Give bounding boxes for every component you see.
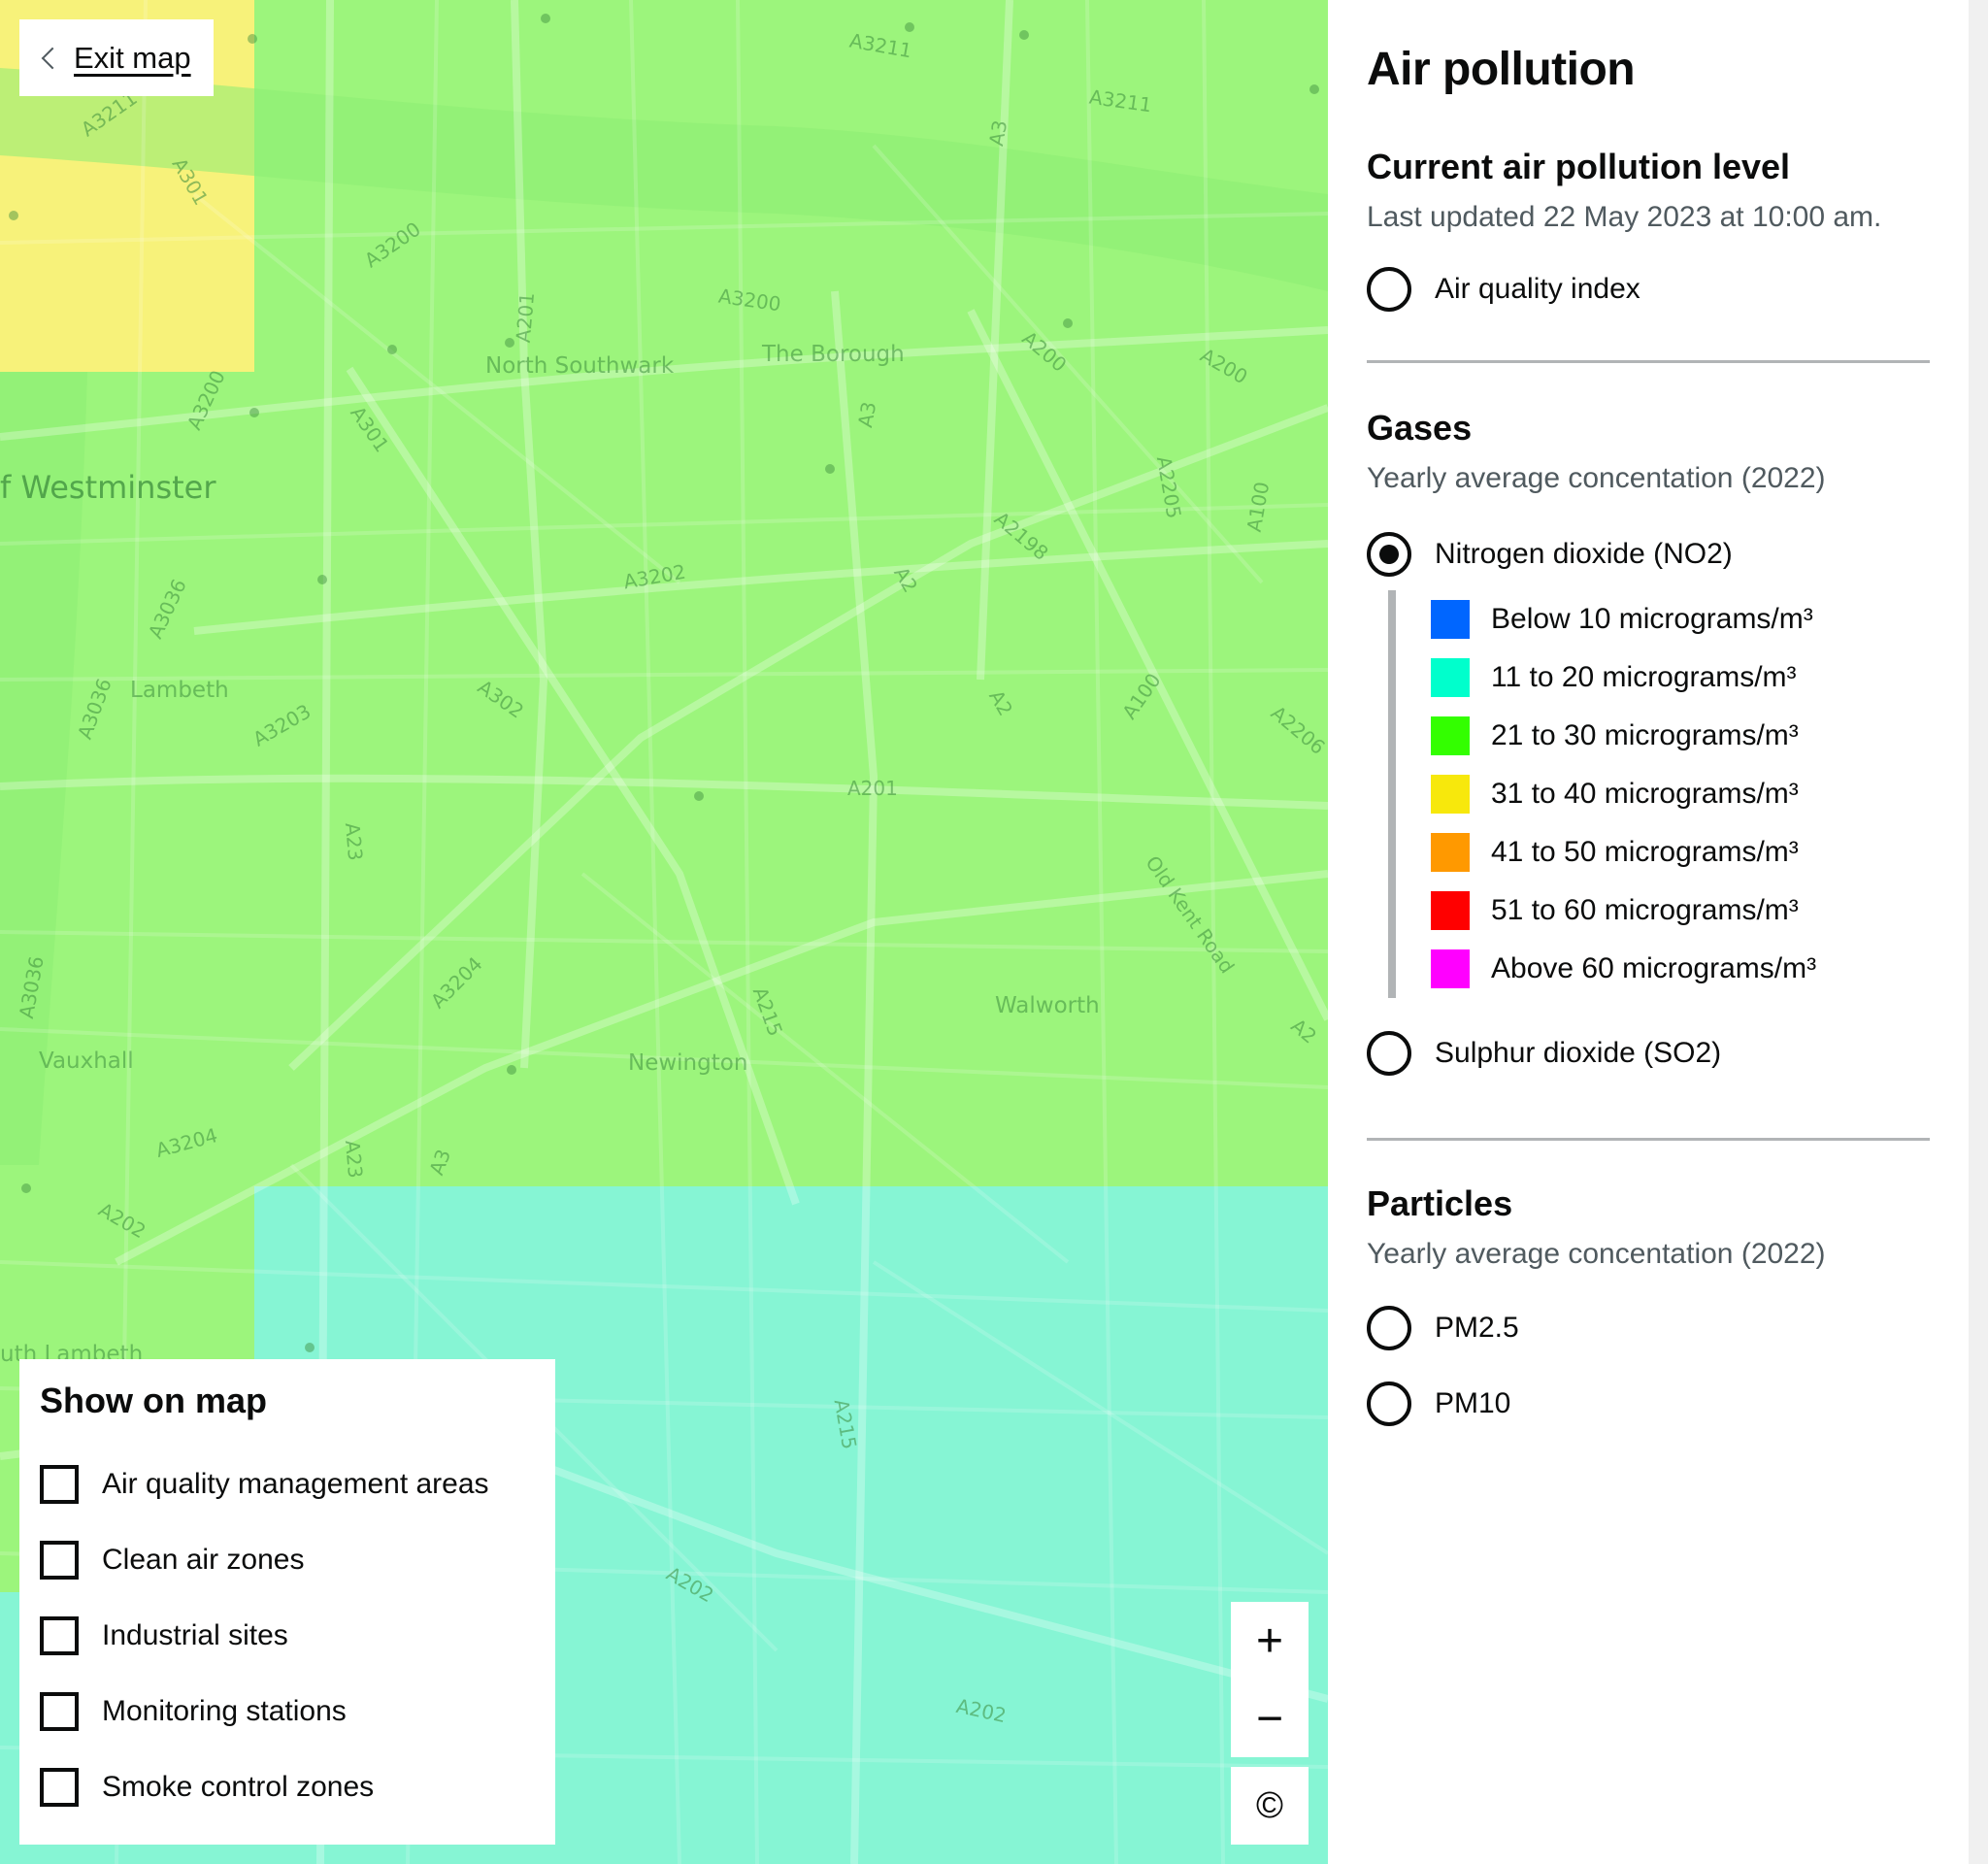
show-on-map-panel: Show on map Air quality management areas…: [19, 1359, 555, 1845]
legend-swatch: [1431, 716, 1470, 755]
map-label-newington: Newington: [628, 1050, 748, 1076]
road-label: A201: [511, 291, 540, 344]
legend-label: Above 60 micrograms/m³: [1491, 952, 1817, 984]
info-panel: Air pollution Current air pollution leve…: [1328, 0, 1969, 1864]
checkbox-icon[interactable]: [40, 1541, 79, 1580]
map-label-the-borough: The Borough: [762, 342, 905, 367]
zoom-controls: + −: [1231, 1602, 1309, 1757]
legend-item: 51 to 60 micrograms/m³: [1431, 882, 1930, 940]
legend-item: 11 to 20 micrograms/m³: [1431, 649, 1930, 707]
legend-label: 41 to 50 micrograms/m³: [1491, 836, 1799, 868]
road-label: A23: [340, 821, 368, 862]
particles-heading: Particles: [1367, 1183, 1513, 1223]
radio-icon-selected[interactable]: [1367, 532, 1411, 577]
map-label-lambeth: Lambeth: [130, 678, 229, 703]
legend-item: Below 10 micrograms/m³: [1431, 590, 1930, 649]
radio-nitrogen-dioxide[interactable]: Nitrogen dioxide (NO2): [1367, 532, 1930, 577]
divider: [1367, 1138, 1930, 1141]
legend-label: Below 10 micrograms/m³: [1491, 603, 1813, 635]
road-label: A3: [853, 399, 881, 430]
plus-icon: +: [1255, 1614, 1284, 1667]
checkbox-label: Industrial sites: [102, 1619, 288, 1651]
map-label-vauxhall: Vauxhall: [39, 1048, 134, 1074]
legend-swatch: [1431, 600, 1470, 639]
radio-icon[interactable]: [1367, 1306, 1411, 1350]
road-label: A201: [847, 777, 898, 800]
minus-icon: −: [1255, 1692, 1284, 1745]
checkbox-icon[interactable]: [40, 1692, 79, 1731]
checkbox-icon[interactable]: [40, 1768, 79, 1807]
checkbox-clean-air-zones[interactable]: Clean air zones: [40, 1522, 535, 1598]
road-label: A3: [984, 117, 1012, 149]
zoom-out-button[interactable]: −: [1231, 1680, 1309, 1757]
radio-label: PM2.5: [1435, 1312, 1519, 1344]
checkbox-label: Smoke control zones: [102, 1771, 375, 1803]
road-label: A23: [340, 1139, 368, 1180]
chevron-left-icon: [41, 47, 64, 69]
legend-item: 31 to 40 micrograms/m³: [1431, 765, 1930, 823]
show-on-map-title: Show on map: [40, 1381, 267, 1420]
radio-icon[interactable]: [1367, 267, 1411, 312]
legend-swatch: [1431, 775, 1470, 814]
legend-swatch: [1431, 891, 1470, 930]
radio-label: Air quality index: [1435, 273, 1640, 305]
legend-label: 31 to 40 micrograms/m³: [1491, 778, 1799, 810]
legend-swatch: [1431, 833, 1470, 872]
copyright-icon: ©: [1256, 1784, 1283, 1826]
no2-legend: Below 10 micrograms/m³ 11 to 20 microgra…: [1388, 590, 1930, 998]
radio-icon[interactable]: [1367, 1031, 1411, 1076]
checkbox-air-quality-management-areas[interactable]: Air quality management areas: [40, 1447, 535, 1522]
radio-pm10[interactable]: PM10: [1367, 1381, 1930, 1426]
legend-swatch: [1431, 658, 1470, 697]
map-label-north-southwark: North Southwark: [485, 353, 675, 379]
map-label-westminster: f Westminster: [0, 469, 216, 506]
checkbox-monitoring-stations[interactable]: Monitoring stations: [40, 1674, 535, 1749]
exit-map-label: Exit map: [74, 40, 191, 75]
gases-hint: Yearly average concentation (2022): [1367, 462, 1826, 494]
legend-item: 41 to 50 micrograms/m³: [1431, 823, 1930, 882]
exit-map-button[interactable]: Exit map: [19, 19, 214, 96]
radio-air-quality-index[interactable]: Air quality index: [1367, 267, 1930, 312]
particles-hint: Yearly average concentation (2022): [1367, 1238, 1826, 1270]
radio-label: Sulphur dioxide (SO2): [1435, 1037, 1722, 1069]
checkbox-icon[interactable]: [40, 1616, 79, 1655]
checkbox-industrial-sites[interactable]: Industrial sites: [40, 1598, 535, 1674]
legend-label: 21 to 30 micrograms/m³: [1491, 719, 1799, 751]
radio-icon[interactable]: [1367, 1381, 1411, 1426]
checkbox-label: Clean air zones: [102, 1544, 305, 1576]
scrollbar[interactable]: [1969, 0, 1988, 1864]
checkbox-label: Air quality management areas: [102, 1468, 489, 1500]
checkbox-smoke-control-zones[interactable]: Smoke control zones: [40, 1749, 535, 1825]
gases-heading: Gases: [1367, 408, 1473, 448]
legend-label: 51 to 60 micrograms/m³: [1491, 894, 1799, 926]
last-updated-text: Last updated 22 May 2023 at 10:00 am.: [1367, 201, 1882, 233]
radio-label: Nitrogen dioxide (NO2): [1435, 538, 1733, 570]
legend-label: 11 to 20 micrograms/m³: [1491, 661, 1797, 693]
map-label-walworth: Walworth: [995, 993, 1100, 1018]
attribution-button[interactable]: ©: [1231, 1767, 1309, 1845]
checkbox-label: Monitoring stations: [102, 1695, 347, 1727]
legend-swatch: [1431, 949, 1470, 988]
legend-item: 21 to 30 micrograms/m³: [1431, 707, 1930, 765]
radio-pm25[interactable]: PM2.5: [1367, 1306, 1930, 1350]
checkbox-icon[interactable]: [40, 1465, 79, 1504]
divider: [1367, 360, 1930, 363]
zoom-in-button[interactable]: +: [1231, 1602, 1309, 1680]
radio-label: PM10: [1435, 1387, 1511, 1419]
legend-item: Above 60 micrograms/m³: [1431, 940, 1930, 998]
current-heading: Current air pollution level: [1367, 147, 1791, 186]
radio-sulphur-dioxide[interactable]: Sulphur dioxide (SO2): [1367, 1031, 1930, 1076]
page-title: Air pollution: [1367, 44, 1636, 95]
map[interactable]: f Westminster North Southwark The Boroug…: [0, 0, 1328, 1864]
